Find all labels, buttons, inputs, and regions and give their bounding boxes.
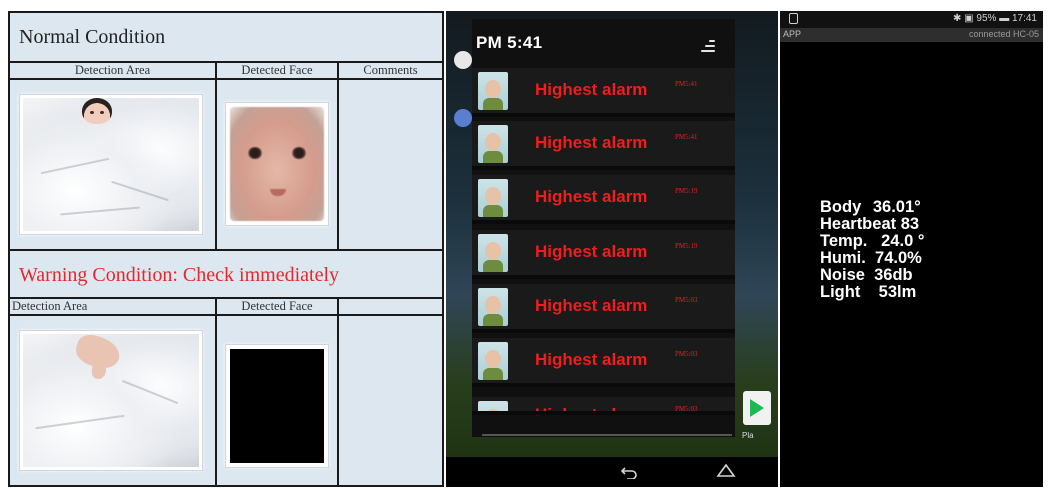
reading-label: Body [820, 198, 866, 216]
notification-title: Highest alarm [535, 187, 648, 206]
warning-title-row: Warning Condition: Check immediately [10, 249, 442, 297]
notification-time: PM5:41 [675, 80, 698, 88]
notification-title: Highest alarm [535, 350, 648, 369]
shade-divider [482, 434, 732, 436]
table-row [10, 80, 442, 249]
reading-label: Noise [820, 266, 865, 284]
notification-time: PM5:19 [675, 242, 698, 250]
baby-avatar [478, 342, 508, 380]
chrome-icon [454, 51, 472, 69]
reading-humidity: Humi. 74.0% [820, 250, 924, 267]
baby-in-bed-image [19, 94, 203, 235]
header-detected-face: Detected Face [215, 299, 337, 314]
sensor-readings: Body 36.01° Heartbeat 83 Temp. 24.0 ° Hu… [820, 199, 924, 301]
connection-status: connected HC-05 [968, 29, 1039, 39]
condition-table-panel: Normal Condition Detection Area Detected… [8, 11, 444, 487]
baby-avatar [478, 234, 508, 272]
play-store-icon[interactable] [743, 391, 771, 425]
app-name: APP [783, 29, 802, 39]
system-status-bar: ✱ ▣ 95% ▬ 17:41 [780, 11, 1043, 28]
reading-value: 74.0% [865, 249, 922, 267]
table-header-row: Detection Area Detected Face Comments [10, 63, 442, 80]
reading-body-temp: Body 36.01° [820, 199, 924, 216]
detected-face-cell [215, 316, 337, 485]
reading-label: Heartbeat [820, 215, 897, 233]
notification-time: PM5:41 [675, 133, 698, 141]
sensor-app-screen: ✱ ▣ 95% ▬ 17:41 APP connected HC-05 Body… [780, 11, 1043, 487]
header-comments: Comments [337, 63, 442, 78]
detection-area-cell [10, 80, 215, 249]
warning-condition-title: Warning Condition: Check immediately [19, 263, 339, 286]
notification-time: PM5:03 [675, 296, 698, 304]
notification-title: Highest alarm [535, 242, 648, 261]
comments-cell [337, 316, 442, 485]
clear-all-icon[interactable] [699, 40, 715, 56]
warning-condition-table: Detection Area Detected Face [10, 297, 442, 485]
notification-item[interactable]: Highest alarm PM5:03 [472, 284, 735, 333]
reading-noise: Noise 36db [820, 267, 924, 284]
status-time: PM 5:41 [476, 33, 543, 52]
notification-item[interactable]: Highest alarm PM5:19 [472, 230, 735, 279]
reading-heartbeat: Heartbeat 83 [820, 216, 924, 233]
notification-item[interactable]: Highest alarm PM5:19 [472, 175, 735, 224]
baby-avatar [478, 179, 508, 217]
notification-item[interactable]: Highest alarm PM5:03 [472, 397, 735, 415]
reading-value: 24.0 ° [867, 232, 925, 250]
notification-item[interactable]: Highest alarm PM5:41 [472, 68, 735, 117]
notification-time: PM5:03 [675, 350, 698, 358]
notification-icon [789, 13, 798, 24]
home-icon[interactable] [716, 462, 736, 478]
baby-head [82, 98, 112, 124]
table-row [10, 316, 442, 485]
baby-avatar [478, 401, 508, 411]
baby-avatar [478, 72, 508, 110]
reading-label: Humi. [820, 249, 866, 267]
reading-temperature: Temp. 24.0 ° [820, 233, 924, 250]
empty-bed-with-hand-image [19, 330, 203, 471]
baby-avatar [478, 288, 508, 326]
reading-label: Temp. [820, 232, 868, 250]
status-indicators: ✱ ▣ 95% ▬ 17:41 [953, 13, 1037, 24]
notification-time: PM5:19 [675, 187, 698, 195]
table-header-row: Detection Area Detected Face [10, 299, 442, 316]
notification-title: Highest alarm [535, 80, 648, 99]
notification-title: Highest alarm [535, 296, 648, 315]
notification-screen: PM 5:41 Highest alarm PM5:41 Highest ala… [446, 11, 778, 487]
header-empty [337, 299, 442, 314]
header-detection-area: Detection Area [74, 63, 151, 77]
notification-title: Highest alarm [535, 133, 648, 152]
no-face-detected-image [225, 344, 329, 468]
notification-item[interactable]: Highest alarm PM5:41 [472, 121, 735, 170]
baby-avatar [478, 125, 508, 163]
detected-face-image [225, 102, 329, 226]
app-icon [454, 109, 472, 127]
header-detection-area: Detection Area [12, 299, 88, 313]
normal-condition-title: Normal Condition [19, 25, 166, 48]
comments-cell [337, 80, 442, 249]
normal-condition-table: Detection Area Detected Face Comments [10, 61, 442, 249]
header-detected-face: Detected Face [215, 63, 337, 78]
reading-value: 36db [864, 266, 913, 284]
notification-item[interactable]: Highest alarm PM5:03 [472, 338, 735, 387]
detection-area-cell [10, 316, 215, 485]
play-store-label: Pla [742, 431, 754, 440]
reading-value: 53lm [860, 283, 917, 301]
back-icon[interactable] [621, 467, 637, 479]
reading-label: Light [820, 283, 861, 301]
reading-value: 36.01° [872, 198, 921, 216]
reading-value: 83 [896, 215, 920, 233]
notification-title: Highest alarm [535, 405, 648, 415]
reading-light: Light 53lm [820, 284, 924, 301]
notification-time: PM5:03 [675, 405, 698, 413]
app-title-bar: APP connected HC-05 [780, 28, 1043, 42]
detected-face-cell [215, 80, 337, 249]
